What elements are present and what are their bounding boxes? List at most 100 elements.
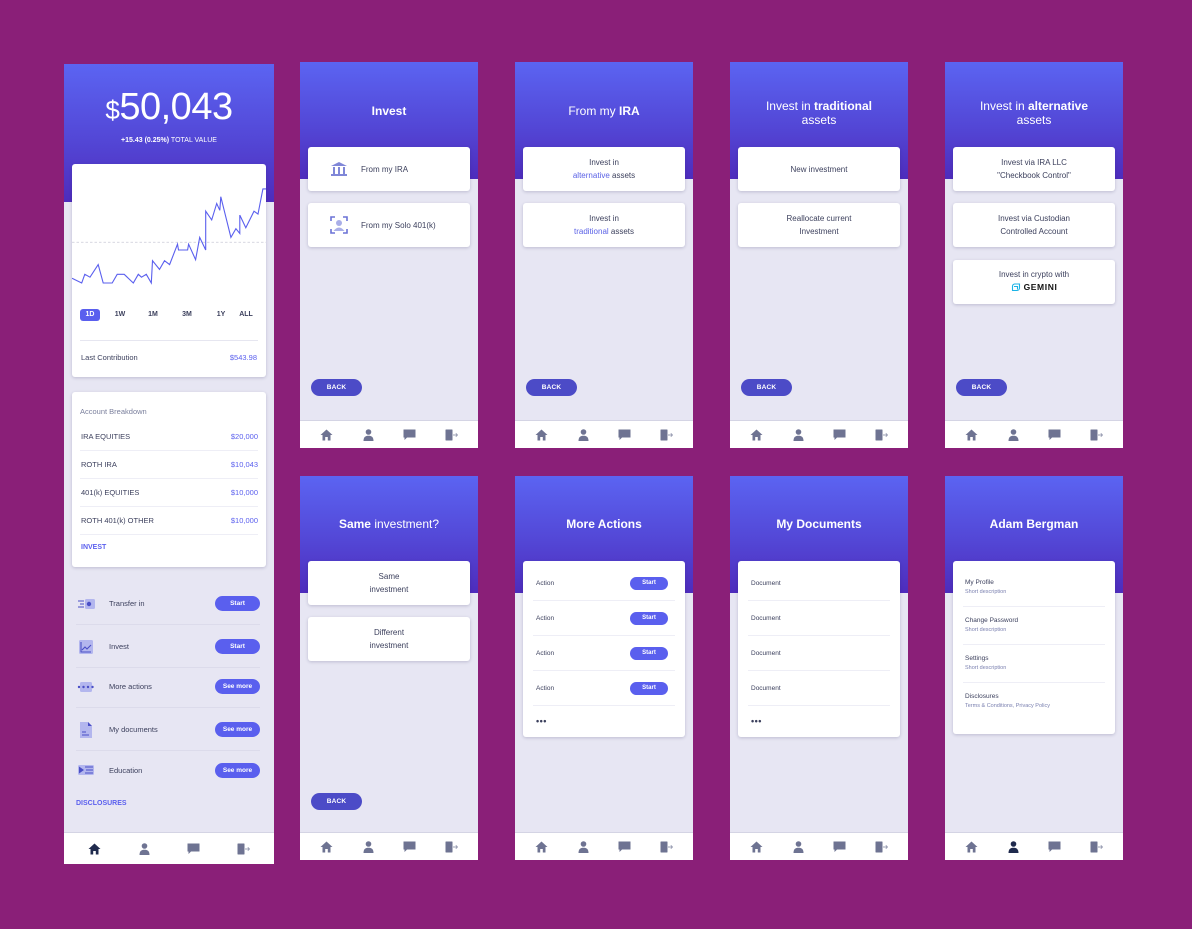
home-icon[interactable] [965, 428, 979, 442]
document-list-item[interactable]: Document [748, 601, 890, 636]
page-title: Adam Bergman [989, 517, 1079, 531]
account-row[interactable]: ROTH 401(k) OTHER $10,000 [80, 507, 258, 535]
logout-icon[interactable] [874, 428, 888, 442]
home-icon[interactable] [535, 840, 549, 854]
logout-icon[interactable] [659, 428, 673, 442]
option-from-ira[interactable]: From my IRA [308, 147, 470, 191]
user-icon[interactable] [576, 840, 590, 854]
action-button[interactable]: See more [215, 722, 260, 737]
profile-item-settings[interactable]: Settings Short description [963, 645, 1105, 683]
start-button[interactable]: Start [630, 611, 668, 625]
option-same-investment[interactable]: Same investment [308, 561, 470, 605]
chat-icon[interactable] [833, 840, 847, 854]
logout-icon[interactable] [236, 842, 250, 856]
chat-icon[interactable] [1048, 840, 1062, 854]
home-icon[interactable] [750, 840, 764, 854]
chat-icon[interactable] [618, 428, 632, 442]
account-row[interactable]: ROTH IRA $10,043 [80, 451, 258, 479]
series-line-0 [72, 188, 266, 285]
chat-icon[interactable] [618, 840, 632, 854]
option-alternative-assets[interactable]: Invest in alternative assets [523, 147, 685, 191]
range-tab-all[interactable]: ALL [236, 309, 256, 321]
logout-icon[interactable] [1089, 428, 1103, 442]
option-different-investment[interactable]: Different investment [308, 617, 470, 661]
option-reallocate-investment[interactable]: Reallocate current Investment [738, 203, 900, 247]
chat-icon[interactable] [1048, 428, 1062, 442]
user-icon[interactable] [137, 842, 151, 856]
option-ira-llc[interactable]: Invest via IRA LLC "Checkbook Control" [953, 147, 1115, 191]
range-tab-1w[interactable]: 1W [110, 309, 130, 321]
home-icon[interactable] [320, 428, 334, 442]
document-list-item[interactable]: Document [748, 636, 890, 671]
document-list-item[interactable]: Document [748, 671, 890, 706]
range-tab-1m[interactable]: 1M [143, 309, 163, 321]
home-icon[interactable] [88, 842, 102, 856]
last-contribution-label: Last Contribution [81, 353, 138, 362]
disclosures-link[interactable]: DISCLOSURES [76, 800, 127, 807]
account-row[interactable]: 401(k) EQUITIES $10,000 [80, 479, 258, 507]
chat-icon[interactable] [833, 428, 847, 442]
action-button[interactable]: See more [215, 762, 260, 778]
home-icon[interactable] [535, 428, 549, 442]
user-icon[interactable] [1006, 428, 1020, 442]
chat-icon[interactable] [403, 840, 417, 854]
chat-icon[interactable] [187, 842, 201, 856]
back-button[interactable]: BACK [311, 379, 362, 396]
more-items[interactable]: ••• [748, 706, 890, 736]
action-label: Action [536, 684, 555, 692]
chart-card: 1D 1W 1M 3M 1Y ALL Last Contribution $543.98 [72, 164, 266, 377]
logout-icon[interactable] [444, 840, 458, 854]
chat-icon[interactable] [403, 428, 417, 442]
document-list-item[interactable]: Document [748, 566, 890, 601]
option-crypto-gemini[interactable]: Invest in crypto with GEMINI [953, 260, 1115, 304]
account-value: $10,043 [230, 460, 258, 469]
range-tab-1y[interactable]: 1Y [211, 309, 231, 321]
user-icon[interactable] [791, 840, 805, 854]
start-button[interactable]: Start [630, 681, 668, 695]
user-icon[interactable] [1006, 840, 1020, 854]
item-description: Terms & Conditions, Privacy Policy [965, 703, 1050, 709]
alternative-assets-screen: Invest in alternative assets Invest via I… [945, 62, 1123, 448]
back-button[interactable]: BACK [526, 379, 577, 396]
account-row[interactable]: IRA EQUITIES $20,000 [80, 423, 258, 451]
action-button[interactable]: See more [215, 679, 260, 694]
logout-icon[interactable] [1089, 840, 1103, 854]
item-description: Short description [965, 665, 1007, 671]
logout-icon[interactable] [874, 840, 888, 854]
start-button[interactable]: Start [630, 646, 668, 660]
range-tab-1d[interactable]: 1D [80, 309, 100, 321]
action-button[interactable]: Start [215, 596, 260, 611]
page-title: Invest in alternative assets [979, 99, 1089, 127]
option-from-solo-401k[interactable]: From my Solo 401(k) [308, 203, 470, 247]
bottom-nav [300, 420, 478, 448]
back-button[interactable]: BACK [741, 379, 792, 396]
home-icon[interactable] [320, 840, 334, 854]
user-icon[interactable] [576, 428, 590, 442]
logout-icon[interactable] [659, 840, 673, 854]
action-button[interactable]: Start [215, 639, 260, 654]
account-value: $10,000 [230, 516, 258, 525]
more-items[interactable]: ••• [533, 706, 675, 736]
item-title: Settings [965, 655, 989, 662]
profile-item-my-profile[interactable]: My Profile Short description [963, 569, 1105, 607]
profile-item-change-password[interactable]: Change Password Short description [963, 607, 1105, 645]
invest-link[interactable]: INVEST [81, 544, 106, 551]
option-new-investment[interactable]: New investment [738, 147, 900, 191]
start-button[interactable]: Start [630, 576, 668, 590]
back-button[interactable]: BACK [311, 793, 362, 810]
user-icon[interactable] [361, 840, 375, 854]
from-ira-screen: From my IRA Invest in alternative assets … [515, 62, 693, 448]
user-icon[interactable] [791, 428, 805, 442]
portfolio-line-chart[interactable] [72, 164, 266, 304]
item-description: Short description [965, 589, 1007, 595]
option-traditional-assets[interactable]: Invest in traditional assets [523, 203, 685, 247]
option-custodian-account[interactable]: Invest via Custodian Controlled Account [953, 203, 1115, 247]
document-icon [76, 721, 96, 739]
back-button[interactable]: BACK [956, 379, 1007, 396]
home-icon[interactable] [750, 428, 764, 442]
range-tab-3m[interactable]: 3M [177, 309, 197, 321]
logout-icon[interactable] [444, 428, 458, 442]
home-icon[interactable] [965, 840, 979, 854]
profile-item-disclosures[interactable]: Disclosures Terms & Conditions, Privacy P… [963, 683, 1105, 721]
user-icon[interactable] [361, 428, 375, 442]
